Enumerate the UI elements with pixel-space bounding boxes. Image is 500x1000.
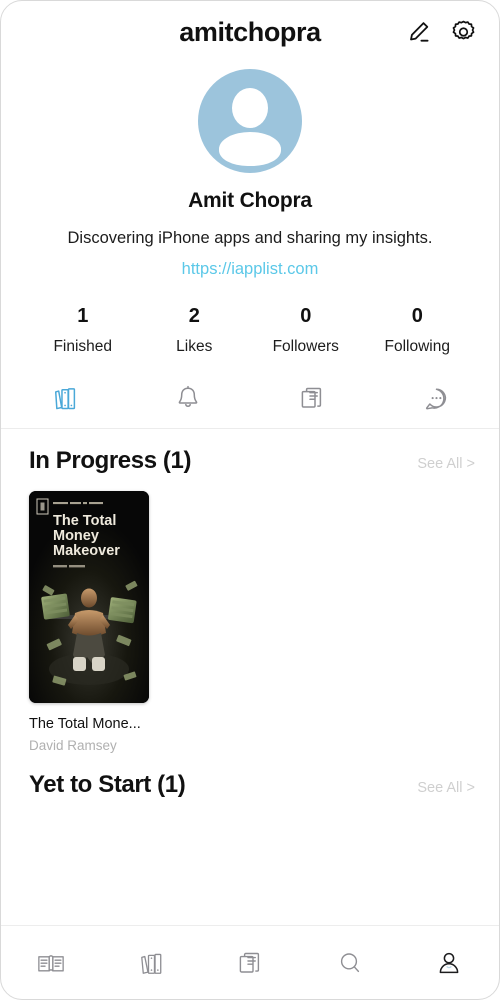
profile-full-name: Amit Chopra <box>188 189 312 212</box>
bottom-navigation <box>1 925 499 999</box>
nav-item-library[interactable] <box>101 949 201 977</box>
stat-value: 0 <box>411 305 423 327</box>
nav-item-discover[interactable] <box>1 949 101 977</box>
stat-label: Likes <box>176 338 213 355</box>
stat-followers[interactable]: 0 Followers <box>250 305 362 356</box>
stat-value: 0 <box>300 305 312 327</box>
book-cover-artwork: The Total Money Makeover <box>29 491 149 703</box>
tab-books-shelf[interactable] <box>1 378 126 418</box>
profile-website-link[interactable]: https://iapplist.com <box>182 260 319 279</box>
tab-documents[interactable] <box>250 378 375 418</box>
tab-comments[interactable] <box>375 378 500 418</box>
section-title: Yet to Start (1) <box>29 771 186 798</box>
book-card[interactable]: The Total Money Makeover The Total Mone.… <box>29 491 149 753</box>
stat-value: 2 <box>188 305 200 327</box>
section-header-yet-to-start: Yet to Start (1) See All > <box>1 753 499 799</box>
content-area: In Progress (1) See All > The Total Mone… <box>1 429 499 925</box>
book-list-in-progress: The Total Money Makeover The Total Mone.… <box>1 475 499 753</box>
header-bar: amitchopra <box>1 1 499 63</box>
svg-text:The Total: The Total <box>53 513 116 529</box>
book-title: The Total Mone... <box>29 716 141 732</box>
section-header-in-progress: In Progress (1) See All > <box>1 429 499 475</box>
profile-bio: Discovering iPhone apps and sharing my i… <box>67 229 433 247</box>
svg-text:Makeover: Makeover <box>53 543 120 559</box>
profile-tabs <box>1 378 499 429</box>
stat-following[interactable]: 0 Following <box>362 305 474 356</box>
stat-label: Following <box>384 338 450 355</box>
stat-value: 1 <box>77 305 89 327</box>
see-all-link-yet-to-start[interactable]: See All > <box>417 780 475 796</box>
avatar-head <box>232 88 268 128</box>
stat-finished[interactable]: 1 Finished <box>27 305 139 356</box>
header-actions <box>406 19 477 46</box>
stat-label: Followers <box>272 338 339 355</box>
page-title: amitchopra <box>179 16 321 47</box>
book-cover-image[interactable]: The Total Money Makeover <box>29 491 149 703</box>
stat-likes[interactable]: 2 Likes <box>139 305 251 356</box>
nav-item-documents[interactable] <box>200 949 300 977</box>
nav-item-profile[interactable] <box>399 949 499 977</box>
app-screen: amitchopra Amit Chopra Discovering iPhon <box>0 0 500 1000</box>
profile-section: Amit Chopra Discovering iPhone apps and … <box>1 63 499 429</box>
section-title: In Progress (1) <box>29 447 192 474</box>
book-author: David Ramsey <box>29 738 117 753</box>
gear-icon[interactable] <box>450 19 477 46</box>
avatar[interactable] <box>198 69 302 173</box>
see-all-link-in-progress[interactable]: See All > <box>417 456 475 472</box>
tab-notifications[interactable] <box>126 378 251 418</box>
stats-row: 1 Finished 2 Likes 0 Followers 0 Followi… <box>1 305 499 356</box>
avatar-body <box>219 132 281 166</box>
stat-label: Finished <box>53 338 113 355</box>
svg-text:Money: Money <box>53 528 99 544</box>
pencil-edit-icon[interactable] <box>406 19 432 45</box>
nav-item-search[interactable] <box>300 949 400 977</box>
